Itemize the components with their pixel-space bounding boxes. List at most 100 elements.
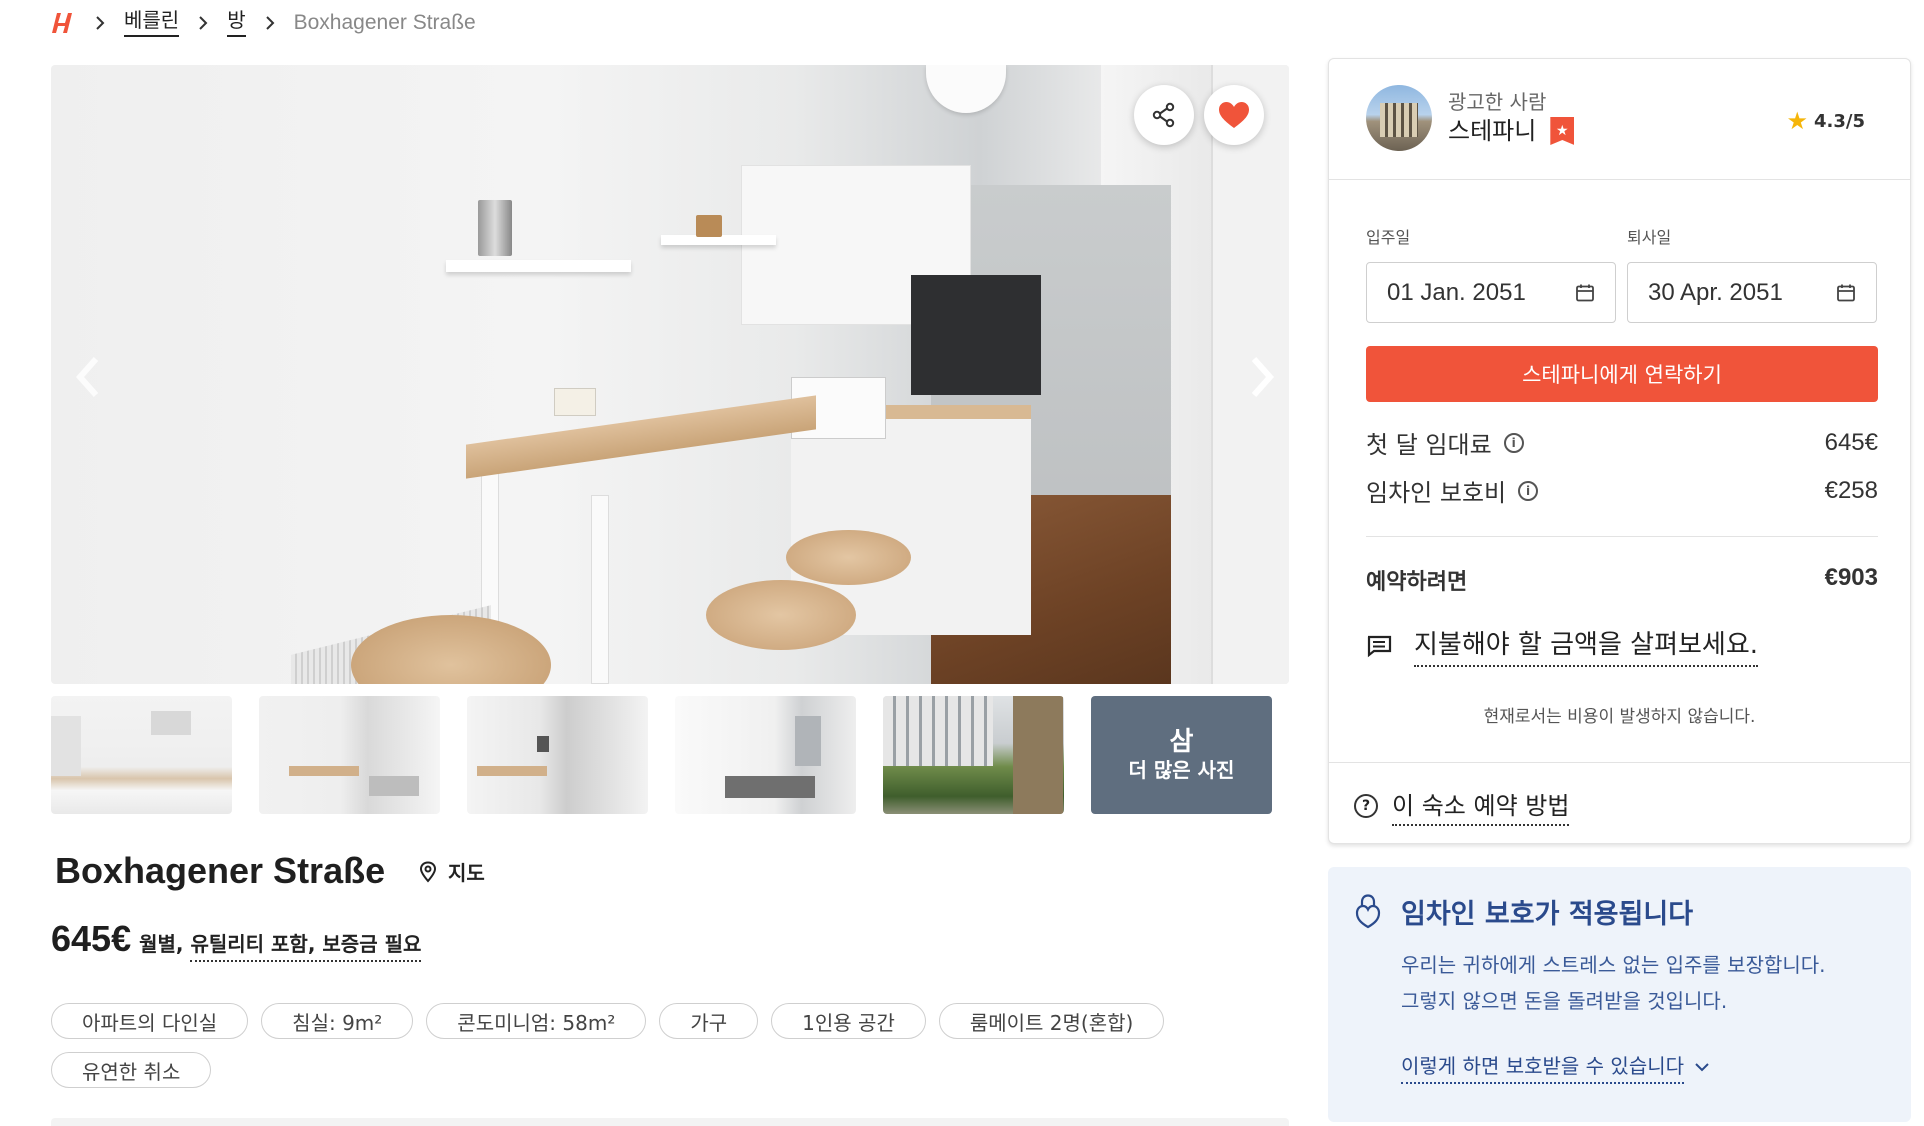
photo-detail: [725, 776, 815, 798]
how-to-book-link[interactable]: ? 이 숙소 예약 방법: [1354, 786, 1570, 826]
chevron-right-icon: [1251, 357, 1275, 397]
host-name: 스테파니: [1448, 117, 1537, 145]
photo-detail: [477, 766, 547, 776]
verified-badge-icon: ★: [1550, 117, 1575, 145]
deposit-required: 보증금 필요: [322, 932, 422, 956]
divider: [1366, 536, 1878, 537]
tag: 룸메이트 2명(혼합): [938, 1003, 1165, 1039]
more-photos-count: 삼: [1169, 727, 1194, 757]
price-period: 월별,: [139, 932, 184, 956]
photo-detail: [591, 495, 609, 684]
protection-fee-row: 임차인 보호비 i €258: [1366, 473, 1878, 508]
more-photos-label: 더 많은 사진: [1128, 758, 1235, 782]
protection-fee-label: 임차인 보호비: [1366, 479, 1507, 507]
more-photos-button[interactable]: 삼 더 많은 사진: [1091, 696, 1272, 814]
protection-fee-value: €258: [1824, 476, 1878, 504]
photo-detail: [786, 530, 911, 585]
price-note: 월별, 유틸리티 포함, 보증금 필요: [139, 928, 422, 962]
map-link[interactable]: 지도: [418, 857, 485, 886]
photo-detail: [151, 711, 191, 735]
move-in-label: 입주일: [1366, 228, 1411, 247]
photo-detail: [1013, 696, 1063, 814]
move-out-label: 퇴사일: [1627, 228, 1672, 247]
photo-detail: [369, 776, 419, 796]
thumbnail[interactable]: [259, 696, 440, 814]
receipt-icon: [1367, 635, 1392, 657]
share-button[interactable]: [1134, 85, 1194, 145]
move-in-date-value: 01 Jan. 2051: [1387, 278, 1526, 306]
monthly-price: 645€: [51, 918, 132, 959]
prev-photo-button[interactable]: [69, 349, 109, 405]
protection-body-line: 우리는 귀하에게 스트레스 없는 입주를 보장합니다.: [1401, 953, 1826, 977]
price-details-link[interactable]: 유틸리티 포함, 보증금 필요: [190, 932, 422, 962]
chevron-left-icon: [75, 357, 99, 397]
utilities-included: 유틸리티 포함,: [190, 932, 316, 956]
breadcrumb-item-berlin[interactable]: 베를린: [124, 9, 180, 37]
host-role: 광고한 사람: [1448, 90, 1547, 114]
host-name-row: 스테파니 ★: [1448, 115, 1575, 147]
listing-title: Boxhagener Straße: [55, 850, 386, 891]
heart-icon: [1219, 102, 1249, 128]
photo-detail: [554, 388, 596, 416]
lock-shield-icon: [1355, 894, 1381, 929]
map-pin-icon: [419, 860, 437, 883]
photo-detail: [883, 696, 993, 766]
photo-detail: [911, 275, 1041, 395]
protection-body: 우리는 귀하에게 스트레스 없는 입주를 보장합니다. 그렇지 않으면 돈을 돌…: [1401, 947, 1891, 1019]
photo-thumbnails: 삼 더 많은 사진: [51, 696, 1289, 814]
booking-card: 광고한 사람 스테파니 ★ ★ 4.3/5 입주일 01 Jan. 2051 퇴…: [1328, 58, 1911, 844]
thumbnail[interactable]: [51, 696, 232, 814]
thumbnail[interactable]: [883, 696, 1064, 814]
protection-title: 임차인 보호가 적용됩니다: [1401, 899, 1694, 930]
calendar-icon: [1576, 284, 1594, 301]
map-label: 지도: [448, 861, 485, 885]
move-out-date-field[interactable]: 30 Apr. 2051: [1627, 262, 1877, 323]
tag: 가구: [659, 1003, 759, 1039]
chevron-down-icon: [1695, 1063, 1709, 1072]
photo-detail: [289, 766, 359, 776]
first-month-value: 645€: [1824, 428, 1878, 456]
price-breakdown-label: 지불해야 할 금액을 살펴보세요.: [1414, 624, 1759, 667]
listing-tags: 아파트의 다인실 침실: 9m² 콘도미니엄: 58m² 가구 1인용 공간 룸…: [51, 1003, 1289, 1088]
tag: 아파트의 다인실: [51, 1003, 249, 1039]
tag: 1인용 공간: [771, 1003, 926, 1039]
move-in-date-field[interactable]: 01 Jan. 2051: [1366, 262, 1616, 323]
avatar: [1366, 85, 1432, 151]
next-photo-button[interactable]: [1241, 349, 1281, 405]
contact-host-button[interactable]: 스테파니에게 연락하기: [1366, 346, 1878, 402]
total-label: 예약하려면: [1366, 570, 1468, 595]
photo-detail: [466, 395, 816, 479]
photo-detail: [706, 580, 856, 650]
divider: [1329, 179, 1910, 180]
divider: [1329, 762, 1910, 763]
info-icon[interactable]: i: [1518, 480, 1539, 501]
info-icon[interactable]: i: [1503, 432, 1524, 453]
rating-value: 4.3/5: [1814, 110, 1865, 132]
thumbnail[interactable]: [467, 696, 648, 814]
breadcrumb-item-rooms[interactable]: 방: [227, 9, 246, 37]
favorite-button[interactable]: [1204, 85, 1264, 145]
breadcrumb: 베를린 방 Boxhagener Straße: [50, 8, 476, 38]
how-to-book-label: 이 숙소 예약 방법: [1392, 786, 1570, 826]
chevron-right-icon: [94, 8, 106, 38]
brand-logo-icon[interactable]: [50, 11, 76, 35]
tag: 콘도미니엄: 58m²: [426, 1003, 647, 1039]
total-row: 예약하려면 €903: [1366, 564, 1878, 596]
host-rating: ★ 4.3/5: [1786, 107, 1865, 135]
star-icon: ★: [1786, 107, 1808, 135]
photo-detail: [926, 65, 1006, 113]
share-icon: [1152, 102, 1175, 128]
thumbnail[interactable]: [675, 696, 856, 814]
host-info[interactable]: 광고한 사람 스테파니 ★: [1366, 85, 1575, 151]
first-month-row: 첫 달 임대료 i 645€: [1366, 425, 1878, 460]
chevron-right-icon: [264, 8, 276, 38]
move-out-date-value: 30 Apr. 2051: [1648, 278, 1783, 306]
protection-details-link[interactable]: 이렇게 하면 보호받을 수 있습니다: [1401, 1050, 1710, 1084]
tag: 유연한 취소: [51, 1052, 212, 1088]
protection-link-label: 이렇게 하면 보호받을 수 있습니다: [1401, 1050, 1685, 1084]
no-charge-note: 현재로서는 비용이 발생하지 않습니다.: [1483, 707, 1756, 727]
main-photo[interactable]: [51, 65, 1289, 684]
total-value: €903: [1824, 564, 1878, 591]
price-row: 645€ 월별, 유틸리티 포함, 보증금 필요: [51, 918, 422, 962]
price-breakdown-link[interactable]: 지불해야 할 금액을 살펴보세요.: [1366, 624, 1759, 667]
